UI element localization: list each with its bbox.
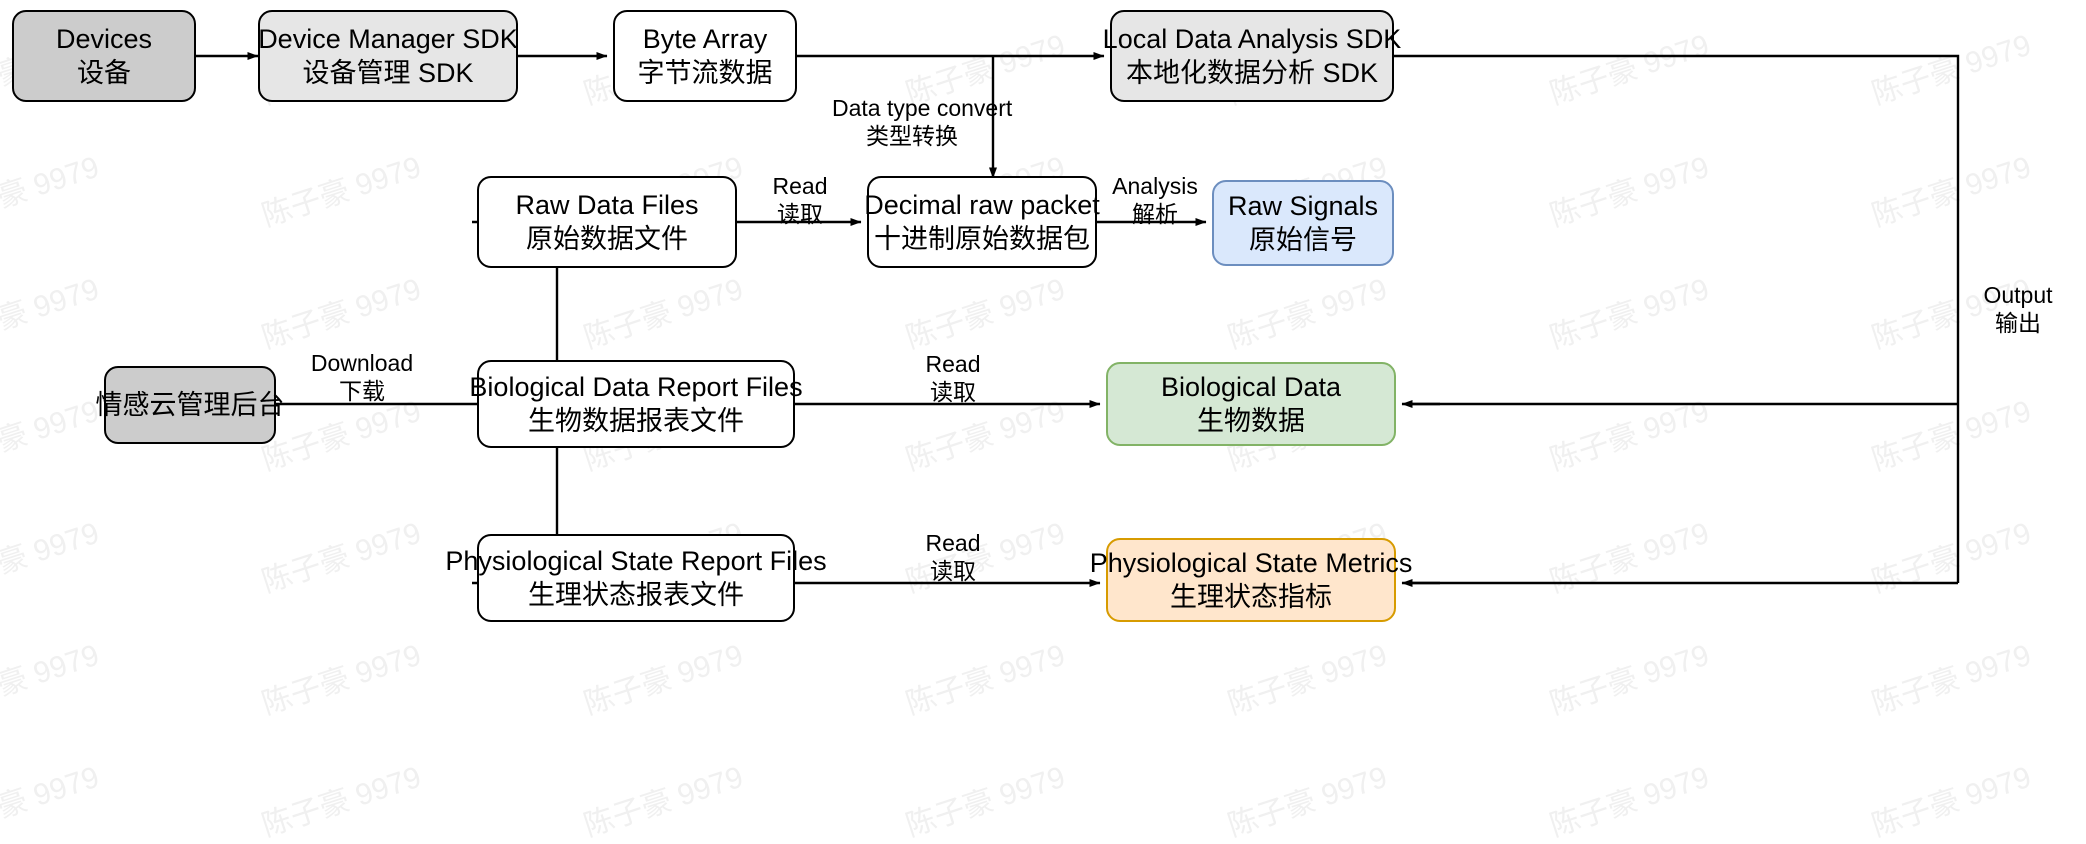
node-devices[interactable]: Devices 设备	[12, 10, 196, 102]
edge-label-data-type-convert: Data type convert 类型转换	[832, 94, 1013, 150]
node-physio-metrics[interactable]: Physiological State Metrics 生理状态指标	[1090, 538, 1412, 622]
node-physio-report-files-label-en: Physiological State Report Files	[445, 545, 827, 576]
edge-label-data-type-convert-en: Data type convert	[832, 95, 1013, 121]
node-raw-signals-label-en: Raw Signals	[1227, 190, 1379, 221]
node-decimal-raw-packet[interactable]: Decimal raw packet 十进制原始数据包	[864, 176, 1100, 268]
edge-label-read-bio-en: Read	[925, 351, 981, 377]
edge-label-analysis-en: Analysis	[1112, 173, 1198, 199]
node-byte-array[interactable]: Byte Array 字节流数据	[613, 10, 797, 102]
node-byte-array-label-zh: 字节流数据	[637, 58, 773, 88]
edge-label-read-physio-en: Read	[925, 530, 981, 556]
node-devices-label-en: Devices	[55, 23, 153, 54]
node-device-manager-sdk-label-en: Device Manager SDK	[258, 23, 518, 54]
node-raw-signals[interactable]: Raw Signals 原始信号	[1212, 180, 1394, 266]
node-decimal-raw-packet-label-en: Decimal raw packet	[864, 189, 1100, 220]
node-raw-data-files[interactable]: Raw Data Files 原始数据文件	[477, 176, 737, 268]
edge-label-read-bio: Read 读取	[908, 350, 998, 406]
edge-label-read-bio-zh: 读取	[930, 379, 976, 406]
edge-label-read-raw: Read 读取	[755, 172, 845, 228]
edge-label-analysis-zh: 解析	[1132, 201, 1178, 228]
node-bio-report-files[interactable]: Biological Data Report Files 生物数据报表文件	[469, 360, 803, 448]
edge-label-analysis: Analysis 解析	[1108, 172, 1202, 228]
node-bio-report-files-label-zh: 生物数据报表文件	[528, 406, 744, 436]
node-biological-data[interactable]: Biological Data 生物数据	[1106, 362, 1396, 446]
node-raw-data-files-label-en: Raw Data Files	[515, 189, 699, 220]
node-cloud-backend[interactable]: 情感云管理后台	[96, 366, 285, 444]
node-devices-label-zh: 设备	[77, 58, 131, 88]
edge-label-download-zh: 下载	[339, 378, 385, 405]
node-physio-metrics-label-en: Physiological State Metrics	[1089, 547, 1413, 578]
edge-label-read-raw-en: Read	[772, 173, 828, 199]
connector-layer	[196, 52, 1960, 587]
node-local-data-analysis-sdk-label-en: Local Data Analysis SDK	[1102, 23, 1402, 54]
node-physio-report-files[interactable]: Physiological State Report Files 生理状态报表文…	[445, 534, 827, 622]
node-raw-data-files-label-zh: 原始数据文件	[526, 224, 688, 254]
node-bio-report-files-label-en: Biological Data Report Files	[469, 371, 803, 402]
flowchart-canvas: 陈子豪 9979 陈子豪 9979 陈子豪 9979 陈子豪 9979 陈子豪 9979…	[0, 0, 2086, 844]
node-biological-data-label-zh: 生物数据	[1197, 406, 1305, 436]
node-local-data-analysis-sdk[interactable]: Local Data Analysis SDK 本地化数据分析 SDK	[1103, 10, 1401, 102]
node-device-manager-sdk-label-zh: 设备管理 SDK	[302, 58, 474, 88]
edge-label-output: Output 输出	[1968, 281, 2068, 337]
node-physio-metrics-label-zh: 生理状态指标	[1170, 582, 1332, 612]
edge-label-read-raw-zh: 读取	[777, 201, 823, 228]
edge-label-read-physio: Read 读取	[908, 529, 998, 585]
node-decimal-raw-packet-label-zh: 十进制原始数据包	[874, 224, 1090, 254]
node-biological-data-label-en: Biological Data	[1160, 371, 1342, 402]
edge-label-download-en: Download	[310, 350, 414, 376]
node-device-manager-sdk[interactable]: Device Manager SDK 设备管理 SDK	[258, 10, 518, 102]
edge-label-data-type-convert-zh: 类型转换	[866, 123, 958, 150]
edge-label-output-en: Output	[1983, 282, 2053, 308]
node-raw-signals-label-zh: 原始信号	[1249, 225, 1357, 255]
edge-label-download: Download 下载	[300, 349, 424, 405]
edge-local-sdk-output-bus	[1394, 54, 1960, 583]
edge-label-output-zh: 输出	[1995, 310, 2041, 337]
node-cloud-backend-label-zh: 情感云管理后台	[95, 389, 285, 420]
node-local-data-analysis-sdk-label-zh: 本地化数据分析 SDK	[1125, 58, 1379, 88]
node-physio-report-files-label-zh: 生理状态报表文件	[528, 580, 744, 610]
edge-label-read-physio-zh: 读取	[930, 558, 976, 585]
node-byte-array-label-en: Byte Array	[642, 23, 768, 54]
